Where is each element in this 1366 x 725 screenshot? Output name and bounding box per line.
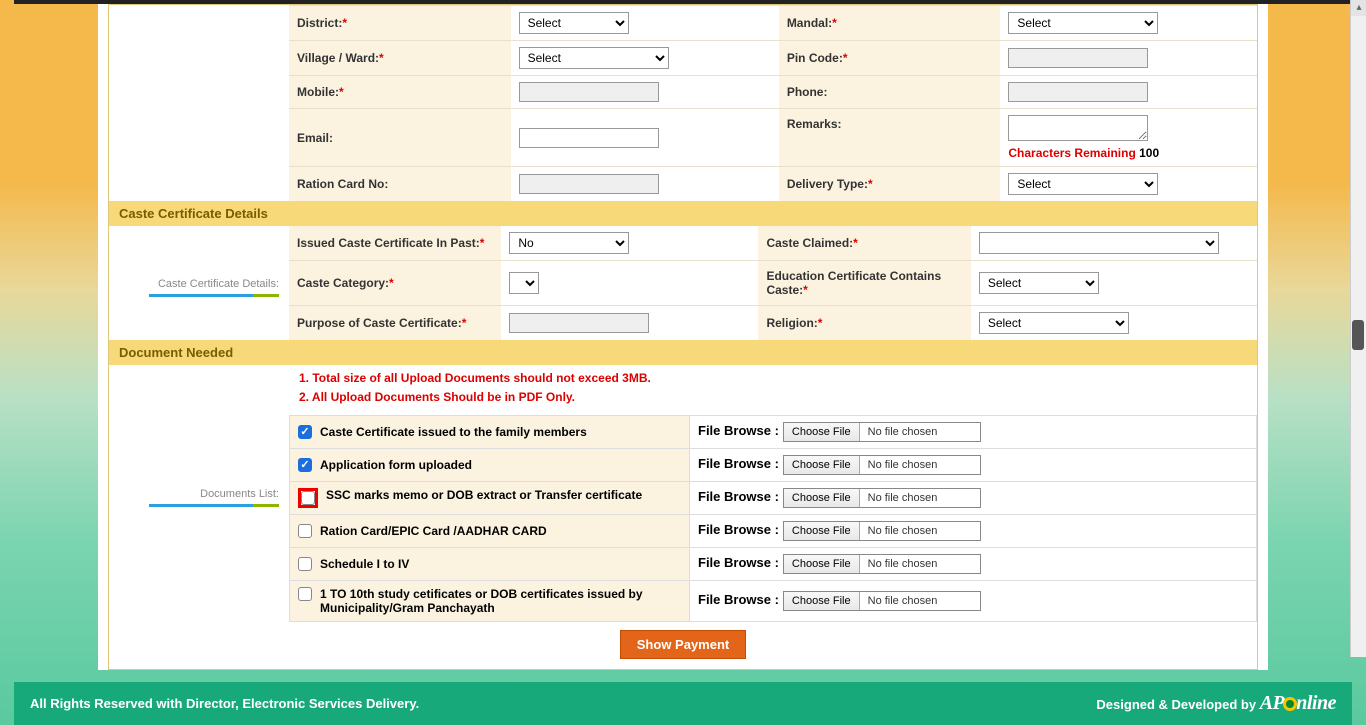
document-checkbox[interactable] (301, 491, 315, 505)
remarks-label: Remarks: (787, 117, 842, 131)
file-input[interactable]: Choose FileNo file chosen (783, 422, 981, 442)
choose-file-button[interactable]: Choose File (784, 456, 860, 474)
ration-label: Ration Card No: (297, 177, 388, 191)
choose-file-button[interactable]: Choose File (784, 489, 860, 507)
file-browse-label: File Browse : (698, 522, 779, 537)
document-label-text: 1 TO 10th study cetificates or DOB certi… (320, 587, 681, 615)
purpose-label: Purpose of Caste Certificate: (297, 316, 462, 330)
documents-table: Caste Certificate issued to the family m… (289, 415, 1257, 622)
footer-bar: All Rights Reserved with Director, Elect… (14, 682, 1352, 725)
aponline-logo: APnline (1260, 692, 1336, 714)
issued-past-select[interactable]: No (509, 232, 629, 254)
edu-contains-label: Education Certificate Contains Caste: (766, 269, 941, 297)
village-label: Village / Ward: (297, 51, 379, 65)
caste-category-select[interactable] (509, 272, 539, 294)
file-browse-label: File Browse : (698, 555, 779, 570)
highlighted-checkbox (298, 488, 318, 508)
document-row-label[interactable]: SSC marks memo or DOB extract or Transfe… (298, 488, 681, 508)
caste-side-label: Caste Certificate Details: (158, 278, 279, 292)
ration-input[interactable] (519, 174, 659, 194)
choose-file-button[interactable]: Choose File (784, 522, 860, 540)
pincode-label: Pin Code: (787, 51, 843, 65)
document-label-text: Ration Card/EPIC Card /AADHAR CARD (320, 524, 547, 538)
delivery-label: Delivery Type: (787, 177, 868, 191)
document-notes: 1. Total size of all Upload Documents sh… (289, 365, 1257, 415)
underline-decor (149, 504, 279, 507)
email-label: Email: (297, 131, 333, 145)
document-checkbox[interactable] (298, 425, 312, 439)
address-fields-table: District:* Select Mandal:* Select Villag… (109, 5, 1257, 201)
document-row-label[interactable]: 1 TO 10th study cetificates or DOB certi… (298, 587, 681, 615)
scrollbar[interactable]: ▴ (1350, 0, 1366, 657)
file-input[interactable]: Choose FileNo file chosen (783, 591, 981, 611)
phone-label: Phone: (787, 85, 828, 99)
scroll-thumb[interactable] (1352, 320, 1364, 350)
file-chosen-text: No file chosen (860, 423, 980, 441)
file-chosen-text: No file chosen (860, 522, 980, 540)
pincode-input[interactable] (1008, 48, 1148, 68)
village-select[interactable]: Select (519, 47, 669, 69)
document-label-text: SSC marks memo or DOB extract or Transfe… (326, 488, 642, 502)
show-payment-button[interactable]: Show Payment (620, 630, 746, 659)
document-label-text: Caste Certificate issued to the family m… (320, 425, 587, 439)
mandal-select[interactable]: Select (1008, 12, 1158, 34)
caste-category-label: Caste Category: (297, 276, 389, 290)
caste-claimed-select[interactable] (979, 232, 1219, 254)
file-browse-label: File Browse : (698, 592, 779, 607)
document-checkbox[interactable] (298, 557, 312, 571)
chars-remaining: Characters Remaining 100 (1008, 146, 1249, 160)
edu-contains-select[interactable]: Select (979, 272, 1099, 294)
file-browse-label: File Browse : (698, 423, 779, 438)
choose-file-button[interactable]: Choose File (784, 592, 860, 610)
file-input[interactable]: Choose FileNo file chosen (783, 554, 981, 574)
mandal-label: Mandal: (787, 16, 832, 30)
file-chosen-text: No file chosen (860, 555, 980, 573)
file-chosen-text: No file chosen (860, 489, 980, 507)
mobile-label: Mobile: (297, 85, 339, 99)
file-browse-label: File Browse : (698, 489, 779, 504)
document-row-label[interactable]: Schedule I to IV (298, 557, 681, 571)
document-label-text: Schedule I to IV (320, 557, 409, 571)
caste-section-header: Caste Certificate Details (109, 201, 1257, 226)
religion-label: Religion: (766, 316, 817, 330)
purpose-input[interactable] (509, 313, 649, 333)
document-checkbox[interactable] (298, 587, 312, 601)
document-row-label[interactable]: Application form uploaded (298, 458, 681, 472)
document-row-label[interactable]: Caste Certificate issued to the family m… (298, 425, 681, 439)
documents-section-header: Document Needed (109, 340, 1257, 365)
file-input[interactable]: Choose FileNo file chosen (783, 521, 981, 541)
file-input[interactable]: Choose FileNo file chosen (783, 455, 981, 475)
footer-right: Designed & Developed by APnline (1096, 692, 1336, 715)
choose-file-button[interactable]: Choose File (784, 423, 860, 441)
remarks-textarea[interactable] (1008, 115, 1148, 141)
file-browse-label: File Browse : (698, 456, 779, 471)
phone-input[interactable] (1008, 82, 1148, 102)
choose-file-button[interactable]: Choose File (784, 555, 860, 573)
document-label-text: Application form uploaded (320, 458, 472, 472)
document-checkbox[interactable] (298, 524, 312, 538)
documents-side-label: Documents List: (200, 488, 279, 502)
district-label: District: (297, 16, 342, 30)
issued-past-label: Issued Caste Certificate In Past: (297, 236, 480, 250)
religion-select[interactable]: Select (979, 312, 1129, 334)
scroll-up-icon[interactable]: ▴ (1351, 0, 1366, 16)
district-select[interactable]: Select (519, 12, 629, 34)
email-input[interactable] (519, 128, 659, 148)
caste-claimed-label: Caste Claimed: (766, 236, 853, 250)
delivery-select[interactable]: Select (1008, 173, 1158, 195)
file-chosen-text: No file chosen (860, 592, 980, 610)
file-chosen-text: No file chosen (860, 456, 980, 474)
file-input[interactable]: Choose FileNo file chosen (783, 488, 981, 508)
underline-decor (149, 294, 279, 297)
footer-left-text: All Rights Reserved with Director, Elect… (30, 696, 419, 711)
document-row-label[interactable]: Ration Card/EPIC Card /AADHAR CARD (298, 524, 681, 538)
document-checkbox[interactable] (298, 458, 312, 472)
mobile-input[interactable] (519, 82, 659, 102)
